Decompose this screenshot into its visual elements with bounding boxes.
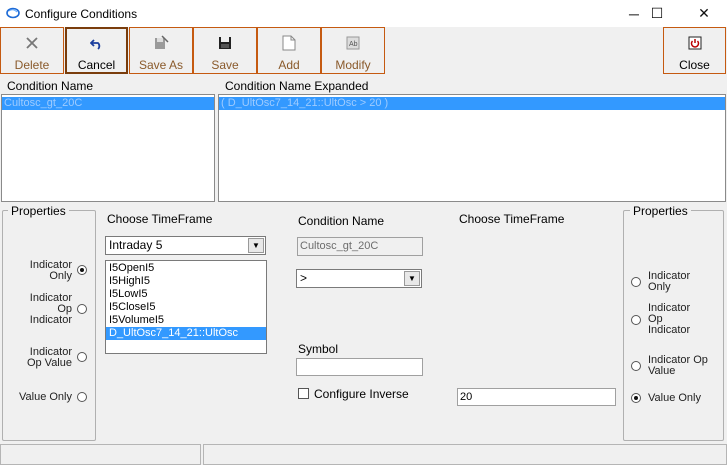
right-radio-value-only[interactable]: [631, 393, 641, 403]
delete-button[interactable]: Delete: [0, 27, 64, 74]
col-header-condition-expanded[interactable]: Condition Name Expanded: [225, 79, 368, 93]
right-timeframe-label: Choose TimeFrame: [459, 212, 565, 226]
symbol-input[interactable]: [296, 358, 423, 376]
power-icon: [688, 32, 702, 54]
maximize-icon: ☐: [650, 5, 664, 21]
window-title: Configure Conditions: [25, 7, 138, 21]
right-radio-indicator-op-value[interactable]: [631, 361, 641, 371]
save-as-button[interactable]: Save As: [129, 27, 193, 74]
undo-icon: [89, 33, 104, 54]
left-radio-indicator-op-value[interactable]: [77, 352, 87, 362]
toolbar: Delete Cancel Save As Save Add Ab Modify: [0, 27, 727, 75]
left-properties-title: Properties: [8, 204, 69, 218]
indicator-list-item[interactable]: I5LowI5: [106, 288, 266, 301]
close-button[interactable]: Close: [663, 27, 726, 74]
add-button[interactable]: Add: [257, 27, 321, 74]
edit-document-icon: Ab: [346, 32, 360, 54]
title-bar: Configure Conditions ─ ☐ ✕: [0, 0, 727, 27]
left-radio-indicator-op-indicator-label: Indicator Op Indicator: [29, 292, 72, 326]
left-radio-indicator-op-indicator[interactable]: [77, 304, 87, 314]
x-icon: [25, 32, 39, 54]
indicator-list-item[interactable]: I5CloseI5: [106, 301, 266, 314]
save-as-icon: [153, 32, 169, 54]
floppy-icon: [218, 32, 232, 54]
operator-select[interactable]: > ▼: [296, 269, 422, 288]
cancel-label: Cancel: [77, 58, 116, 72]
left-timeframe-value: Intraday 5: [109, 238, 163, 252]
condition-name-row-selected[interactable]: Cultosc_gt_20C: [2, 97, 214, 110]
operator-value: >: [300, 271, 308, 285]
left-radio-value-only-label: Value Only: [19, 391, 72, 403]
condition-name-label: Condition Name: [298, 214, 385, 228]
delete-label: Delete: [14, 58, 50, 72]
right-radio-indicator-op-indicator-label: Indicator Op Indicator: [648, 302, 691, 336]
indicator-list-item[interactable]: D_UltOsc7_14_21::UltOsc: [106, 327, 266, 340]
modify-button[interactable]: Ab Modify: [321, 27, 385, 74]
configure-inverse-label: Configure Inverse: [314, 387, 409, 401]
new-document-icon: [282, 32, 296, 54]
close-icon: ✕: [698, 5, 710, 21]
left-radio-indicator-only-label: Indicator Only: [29, 259, 72, 282]
left-radio-indicator-op-value-label: Indicator Op Value: [26, 346, 72, 369]
left-radio-indicator-only[interactable]: [77, 265, 87, 275]
chevron-down-icon[interactable]: ▼: [404, 271, 420, 286]
right-radio-indicator-op-indicator[interactable]: [631, 315, 641, 325]
indicator-listbox[interactable]: I5OpenI5 I5HighI5 I5LowI5 I5CloseI5 I5Volume…: [105, 260, 267, 354]
save-button[interactable]: Save: [193, 27, 257, 74]
chevron-down-icon[interactable]: ▼: [248, 238, 264, 253]
modify-label: Modify: [335, 58, 371, 72]
svg-text:Ab: Ab: [349, 41, 358, 48]
condition-name-input[interactable]: Cultosc_gt_20C: [297, 237, 423, 256]
add-label: Add: [278, 58, 300, 72]
value-input[interactable]: 20: [457, 388, 616, 406]
right-radio-indicator-op-value-label: Indicator Op Value: [648, 354, 708, 377]
indicator-list-item[interactable]: I5OpenI5: [106, 262, 266, 275]
symbol-label: Symbol: [298, 342, 339, 356]
condition-expanded-list[interactable]: ( D_UltOsc7_14_21::UltOsc > 20 ): [218, 94, 726, 202]
right-radio-indicator-only[interactable]: [631, 277, 641, 287]
condition-name-list[interactable]: Cultosc_gt_20C: [1, 94, 215, 202]
cancel-button[interactable]: Cancel: [65, 27, 128, 74]
close-label: Close: [679, 58, 710, 72]
save-as-label: Save As: [138, 58, 184, 72]
right-properties-title: Properties: [630, 204, 691, 218]
left-timeframe-select[interactable]: Intraday 5 ▼: [105, 236, 266, 255]
right-radio-indicator-only-label: Indicator Only: [648, 270, 691, 293]
maximize-button[interactable]: ☐: [634, 0, 680, 27]
indicator-list-item[interactable]: I5VolumeI5: [106, 314, 266, 327]
save-label: Save: [211, 58, 239, 72]
col-header-condition-name[interactable]: Condition Name: [7, 79, 93, 93]
close-window-button[interactable]: ✕: [681, 0, 727, 27]
configure-inverse-checkbox[interactable]: [298, 388, 309, 399]
app-logo-icon: [6, 7, 20, 19]
condition-expanded-row-selected[interactable]: ( D_UltOsc7_14_21::UltOsc > 20 ): [219, 97, 725, 110]
left-radio-value-only[interactable]: [77, 392, 87, 402]
right-radio-value-only-label: Value Only: [648, 392, 701, 404]
left-timeframe-label: Choose TimeFrame: [107, 212, 213, 226]
indicator-list-item[interactable]: I5HighI5: [106, 275, 266, 288]
status-bar-right: [203, 444, 727, 465]
status-bar-left: [0, 444, 201, 465]
